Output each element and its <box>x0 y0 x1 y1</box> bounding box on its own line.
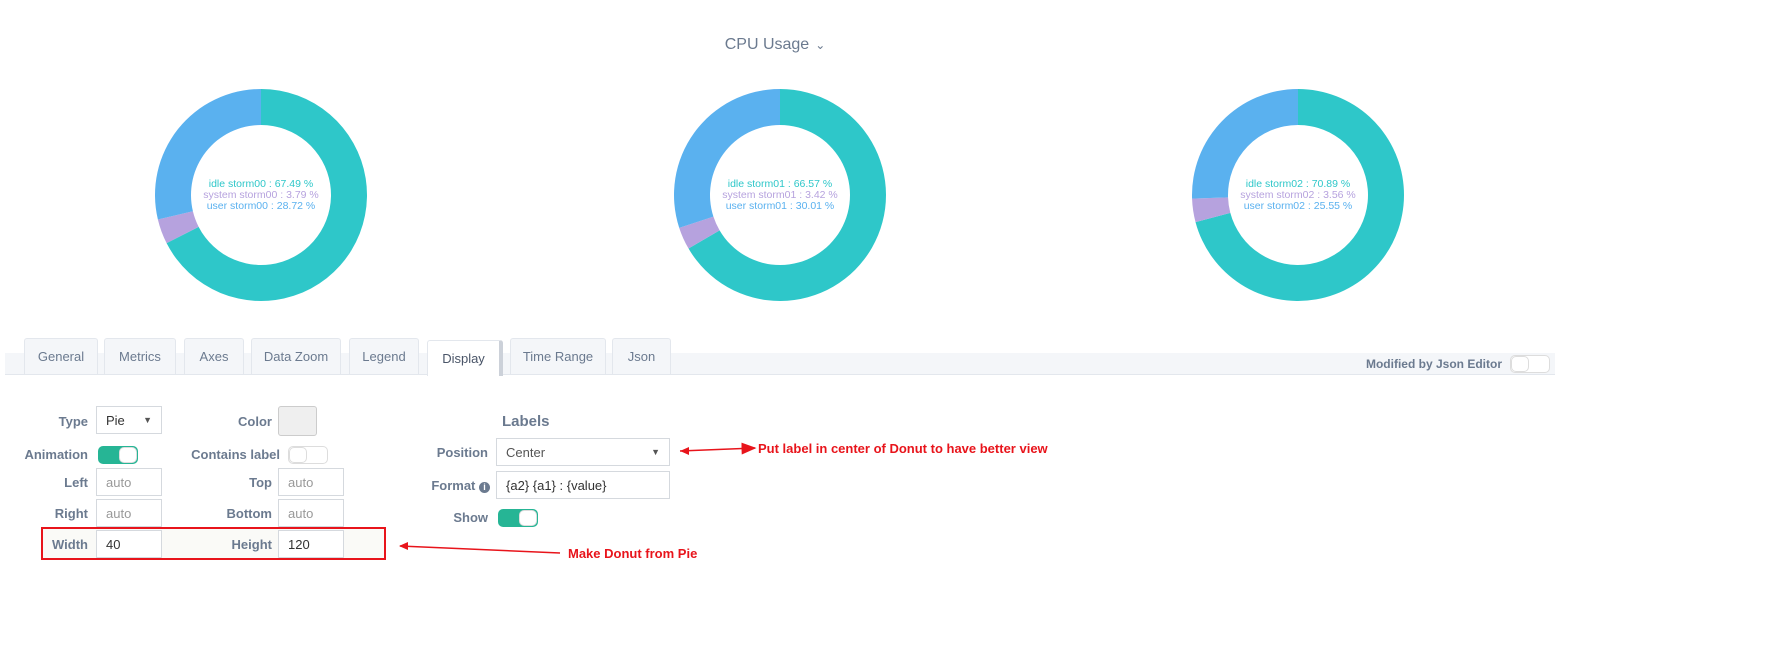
right-label: Right <box>54 506 88 521</box>
top-label: Top <box>249 475 272 490</box>
chevron-down-icon: ⌄ <box>815 38 826 52</box>
type-value: Pie <box>106 412 125 428</box>
height-label: Height <box>231 537 272 552</box>
modified-json-toggle[interactable] <box>1510 355 1550 373</box>
type-select[interactable]: Pie ▼ <box>96 406 162 434</box>
height-input[interactable]: 120 <box>278 530 344 558</box>
center-label-user: user storm00 : 28.72 % <box>207 200 316 212</box>
chart-title: CPU Usage <box>724 36 810 53</box>
donut-chart-storm01: idle storm01 : 66.57 %system storm01 : 3… <box>674 89 886 301</box>
color-picker[interactable] <box>278 406 317 436</box>
center-label-user: user storm02 : 25.55 % <box>1244 200 1353 212</box>
bottom-input[interactable]: auto <box>278 499 344 527</box>
color-label: Color <box>238 414 272 429</box>
tab-json[interactable]: Json <box>612 338 671 374</box>
show-label: Show <box>453 510 488 525</box>
contains-label-label: Contains label <box>191 447 280 462</box>
contains-label-toggle[interactable] <box>288 446 328 464</box>
animation-toggle[interactable] <box>98 446 138 464</box>
type-label: Type <box>58 414 88 429</box>
tab-legend[interactable]: Legend <box>349 338 419 374</box>
donut-chart-storm02: idle storm02 : 70.89 %system storm02 : 3… <box>1192 89 1404 301</box>
size-annotation: Make Donut from Pie <box>568 546 698 561</box>
caret-down-icon: ▼ <box>651 447 660 457</box>
animation-label: Animation <box>24 447 88 462</box>
width-label: Width <box>52 537 88 552</box>
center-label-user: user storm01 : 30.01 % <box>726 200 835 212</box>
position-select[interactable]: Center ▼ <box>496 438 670 466</box>
format-input[interactable]: {a2} {a1} : {value} <box>496 471 670 499</box>
left-label: Left <box>64 475 88 490</box>
show-toggle[interactable] <box>498 509 538 527</box>
position-label: Position <box>436 445 488 460</box>
labels-heading: Labels <box>502 413 550 430</box>
width-input[interactable]: 40 <box>96 530 162 558</box>
caret-down-icon: ▼ <box>143 415 152 425</box>
left-input[interactable]: auto <box>96 468 162 496</box>
arrow-to-size <box>399 545 561 554</box>
right-input[interactable]: auto <box>96 499 162 527</box>
tab-display[interactable]: Display <box>427 340 503 376</box>
top-input[interactable]: auto <box>278 468 344 496</box>
tab-metrics[interactable]: Metrics <box>104 338 176 374</box>
tab-general[interactable]: General <box>24 338 98 374</box>
format-label: Format <box>431 478 476 493</box>
tab-time-range[interactable]: Time Range <box>510 338 606 374</box>
info-icon[interactable]: i <box>479 482 490 493</box>
chart-title-dropdown[interactable]: CPU Usage ⌄ <box>0 36 1550 54</box>
position-value: Center <box>506 444 546 460</box>
modified-label: Modified by Json Editor <box>1365 357 1502 371</box>
arrow-to-position <box>679 442 757 455</box>
format-label-group: Format i <box>400 478 490 493</box>
tab-axes[interactable]: Axes <box>184 338 244 374</box>
tab-data-zoom[interactable]: Data Zoom <box>251 338 341 374</box>
bottom-label: Bottom <box>226 506 273 521</box>
position-annotation: Put label in center of Donut to have bet… <box>758 441 1048 456</box>
donut-chart-storm00: idle storm00 : 67.49 %system storm00 : 3… <box>155 89 367 301</box>
